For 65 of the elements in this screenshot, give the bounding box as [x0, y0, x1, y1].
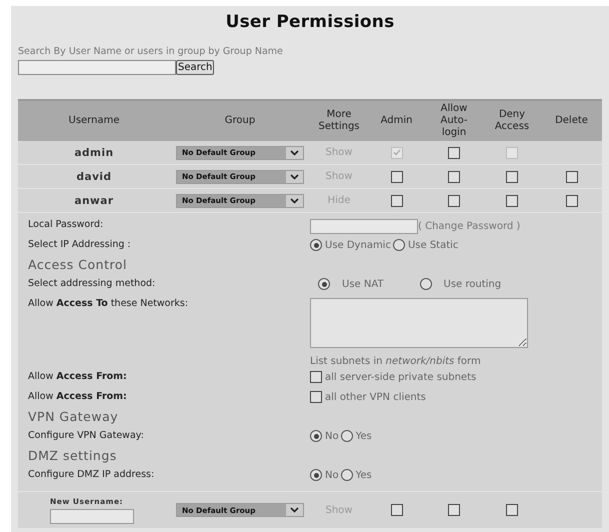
field-label: Select IP Addressing : [28, 239, 132, 250]
radio-button[interactable] [318, 278, 330, 290]
checkbox-label: all other VPN clients [325, 392, 426, 402]
field-label: Allow Access To these Networks: [28, 298, 190, 309]
section-heading: DMZ settings [28, 447, 118, 465]
column-header: Admin [380, 115, 414, 127]
radio-button[interactable] [310, 239, 322, 251]
caret-icon [290, 174, 299, 180]
username: admin [74, 146, 114, 158]
checkbox[interactable] [448, 504, 460, 516]
search-field[interactable] [18, 60, 176, 75]
checkbox[interactable] [390, 170, 402, 182]
radio-button[interactable] [340, 469, 353, 481]
field-label: Allow Access From: [28, 371, 128, 382]
checkbox[interactable] [566, 170, 578, 182]
search-button[interactable]: Search [176, 60, 214, 75]
radio-button[interactable] [420, 278, 432, 290]
column-header: Deny Access [494, 109, 530, 133]
field-label: Configure DMZ IP address: [28, 469, 156, 480]
checkbox[interactable] [390, 504, 402, 516]
caret-icon [290, 150, 299, 156]
column-header: Group [224, 115, 256, 127]
column-header: Delete [554, 115, 589, 127]
column-header: Allow Auto-login [439, 103, 468, 139]
radio-label: Use Dynamic [325, 240, 391, 250]
radio-button[interactable] [392, 239, 405, 251]
caret-icon [290, 507, 299, 513]
field-label: Allow Access From: [28, 391, 128, 402]
password-field[interactable] [310, 219, 418, 234]
radio-label: Use routing [444, 278, 502, 290]
radio-label: Yes [356, 430, 372, 442]
checkbox[interactable] [390, 194, 402, 206]
checkbox[interactable] [448, 170, 460, 182]
search-label: Search By User Name or users in group by Group Name [18, 46, 284, 57]
checkbox[interactable] [506, 194, 518, 206]
checkbox[interactable] [506, 170, 518, 182]
checkbox[interactable] [566, 194, 578, 206]
new-username-field[interactable] [50, 508, 134, 524]
hint-text: List subnets in network/nbits form [310, 356, 482, 367]
field-label: Configure VPN Gateway: [28, 430, 145, 441]
checkbox[interactable] [506, 504, 518, 516]
column-header: Username [68, 115, 120, 127]
username: david [76, 170, 112, 182]
radio-button[interactable] [340, 430, 353, 442]
caret-icon [290, 198, 299, 204]
checkbox[interactable] [448, 146, 460, 158]
radio-label: Yes [356, 470, 372, 480]
networks-field[interactable] [310, 298, 528, 348]
field-label: Select addressing method: [28, 278, 156, 289]
radio-label: Use Static [408, 240, 458, 250]
section-heading: VPN Gateway [28, 408, 120, 426]
radio-label: No [325, 470, 339, 480]
radio-button[interactable] [310, 430, 322, 442]
radio-button[interactable] [310, 469, 322, 481]
checkbox[interactable] [448, 194, 460, 206]
checkbox[interactable] [310, 391, 322, 403]
field-label: Local Password: [28, 219, 104, 230]
checkbox[interactable] [310, 371, 322, 383]
column-header: More Settings [317, 109, 360, 133]
section-heading: Access Control [28, 256, 128, 274]
username: anwar [74, 194, 114, 206]
radio-label: No [325, 430, 339, 442]
radio-label: Use NAT [342, 278, 384, 290]
page-title: User Permissions [224, 11, 396, 32]
checkbox-label: all server-side private subnets [325, 372, 476, 382]
